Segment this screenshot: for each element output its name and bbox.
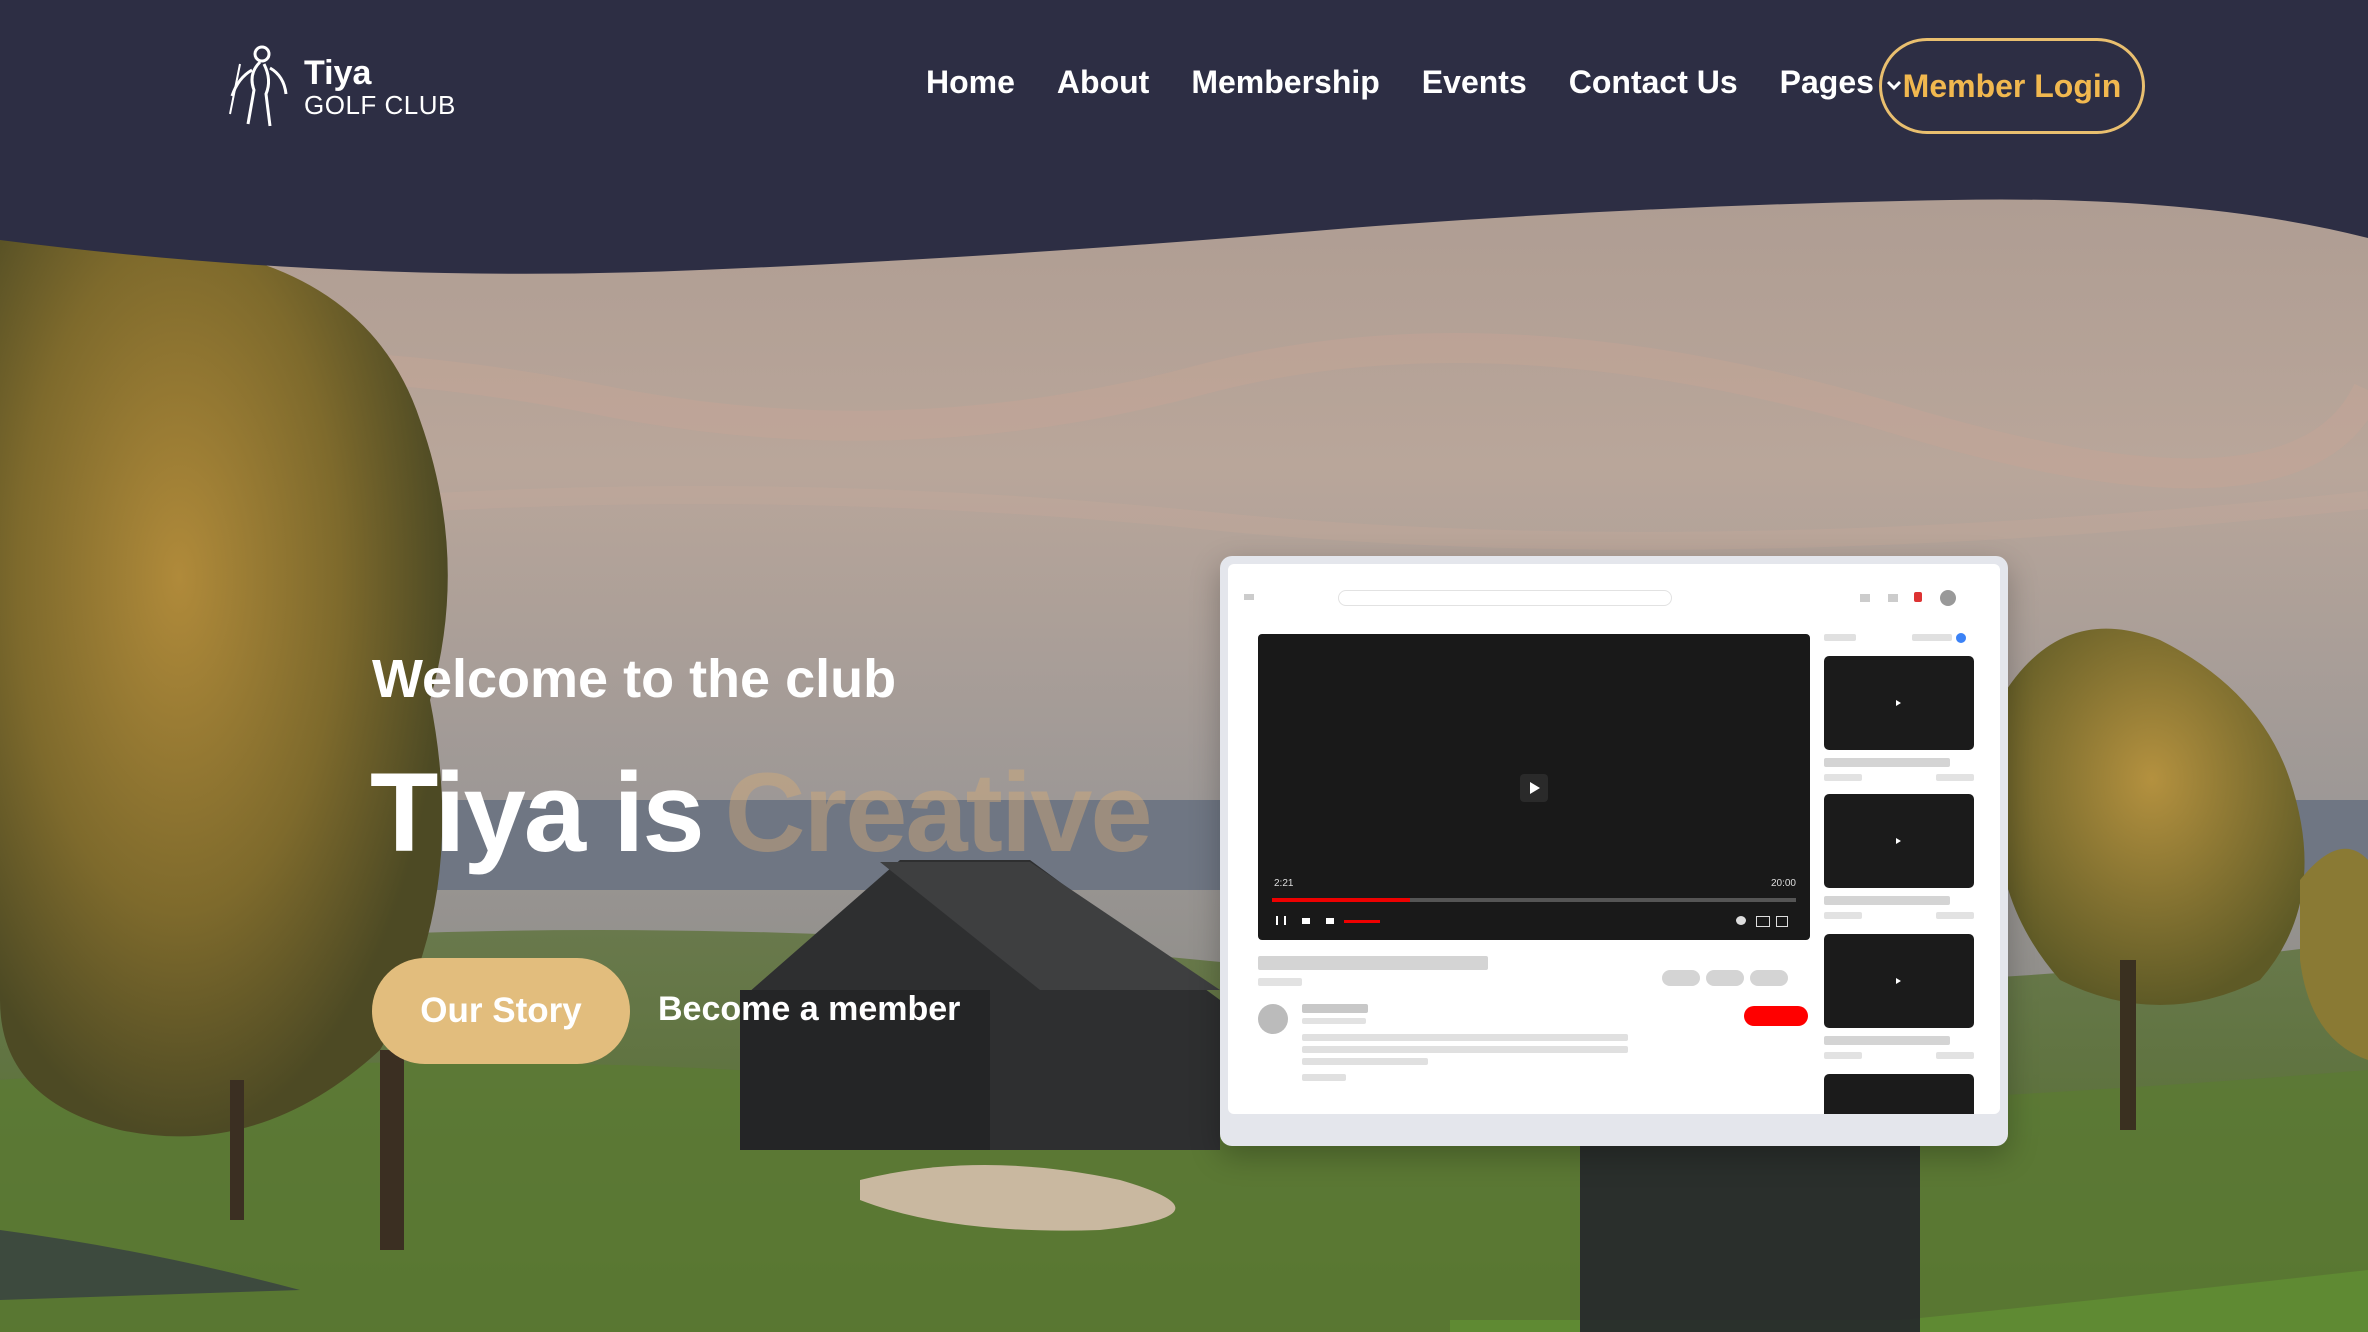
brand-subtitle: GOLF CLUB — [304, 90, 456, 120]
suggested-meta-1b — [1936, 774, 1974, 781]
volume-slider — [1344, 920, 1380, 923]
next-icon — [1302, 918, 1310, 924]
play-icon — [1520, 774, 1548, 802]
hero-section: Tiya GOLF CLUB Home About Membership Eve… — [0, 0, 2368, 1332]
description-line-3 — [1302, 1058, 1428, 1065]
sidebar-header-placeholder — [1824, 634, 1856, 641]
volume-icon — [1326, 918, 1334, 924]
suggested-meta-1 — [1824, 774, 1862, 781]
subscribe-button-placeholder — [1744, 1006, 1808, 1026]
nav-pages-label: Pages — [1779, 64, 1874, 100]
fullscreen-icon — [1776, 916, 1788, 927]
headline-rotating-word: Creative — [724, 750, 1153, 875]
suggested-video-thumb-4 — [1824, 1074, 1974, 1114]
show-more-placeholder — [1302, 1074, 1346, 1081]
hero-welcome-text: Welcome to the club — [372, 649, 897, 709]
description-line-1 — [1302, 1034, 1628, 1041]
pause-icon — [1276, 916, 1286, 925]
brand-name: Tiya — [304, 54, 372, 92]
share-button-placeholder — [1706, 970, 1744, 986]
golfer-logo-icon — [229, 45, 288, 127]
video-progress-fill — [1272, 898, 1410, 902]
nav-home[interactable]: Home — [926, 64, 1015, 101]
play-icon — [1896, 838, 1901, 844]
save-button-placeholder — [1750, 970, 1788, 986]
notification-icon — [1914, 592, 1922, 602]
video-page-mockup: 2:21 20:00 — [1220, 556, 2008, 1146]
autoplay-label-placeholder — [1912, 634, 1952, 641]
suggested-title-3 — [1824, 1036, 1950, 1045]
suggested-video-thumb-2 — [1824, 794, 1974, 888]
video-views-placeholder — [1258, 978, 1302, 986]
suggested-meta-3 — [1824, 1052, 1862, 1059]
our-story-button[interactable]: Our Story — [372, 958, 630, 1064]
suggested-title-2 — [1824, 896, 1950, 905]
brand-logo[interactable]: Tiya GOLF CLUB — [226, 44, 456, 130]
hero-headline: Tiya is Creative — [370, 748, 1153, 877]
top-navigation-bar: Tiya GOLF CLUB Home About Membership Eve… — [0, 0, 2368, 180]
description-line-2 — [1302, 1046, 1628, 1053]
apps-icon — [1888, 594, 1898, 602]
channel-avatar — [1258, 1004, 1288, 1034]
suggested-meta-2b — [1936, 912, 1974, 919]
suggested-meta-3b — [1936, 1052, 1974, 1059]
headline-prefix: Tiya is — [370, 750, 705, 875]
nav-about[interactable]: About — [1057, 64, 1149, 101]
play-icon — [1896, 978, 1901, 984]
theater-icon — [1756, 916, 1770, 927]
play-icon — [1896, 700, 1901, 706]
channel-subs-placeholder — [1302, 1018, 1366, 1024]
video-time-elapsed: 2:21 — [1274, 878, 1294, 889]
brand-wordmark: Tiya GOLF CLUB — [304, 56, 456, 118]
camera-icon — [1860, 594, 1870, 602]
video-page-screen: 2:21 20:00 — [1228, 564, 2000, 1114]
like-button-placeholder — [1662, 970, 1700, 986]
settings-icon — [1736, 916, 1746, 925]
avatar — [1940, 590, 1956, 606]
main-nav: Home About Membership Events Contact Us … — [926, 64, 1946, 101]
suggested-video-thumb-1 — [1824, 656, 1974, 750]
suggested-meta-2 — [1824, 912, 1862, 919]
become-member-link[interactable]: Become a member — [658, 990, 960, 1029]
suggested-video-thumb-3 — [1824, 934, 1974, 1028]
channel-name-placeholder — [1302, 1004, 1368, 1013]
hero-background-image — [0, 0, 2368, 1332]
video-player: 2:21 20:00 — [1258, 634, 1810, 940]
nav-membership[interactable]: Membership — [1191, 64, 1379, 101]
suggested-title-1 — [1824, 758, 1950, 767]
video-title-placeholder — [1258, 956, 1488, 970]
search-bar — [1338, 590, 1672, 606]
nav-contact-us[interactable]: Contact Us — [1569, 64, 1738, 101]
member-login-button[interactable]: Member Login — [1879, 38, 2145, 134]
menu-icon — [1244, 594, 1254, 600]
video-time-total: 20:00 — [1770, 878, 1796, 889]
autoplay-toggle — [1956, 633, 1966, 643]
nav-events[interactable]: Events — [1422, 64, 1527, 101]
